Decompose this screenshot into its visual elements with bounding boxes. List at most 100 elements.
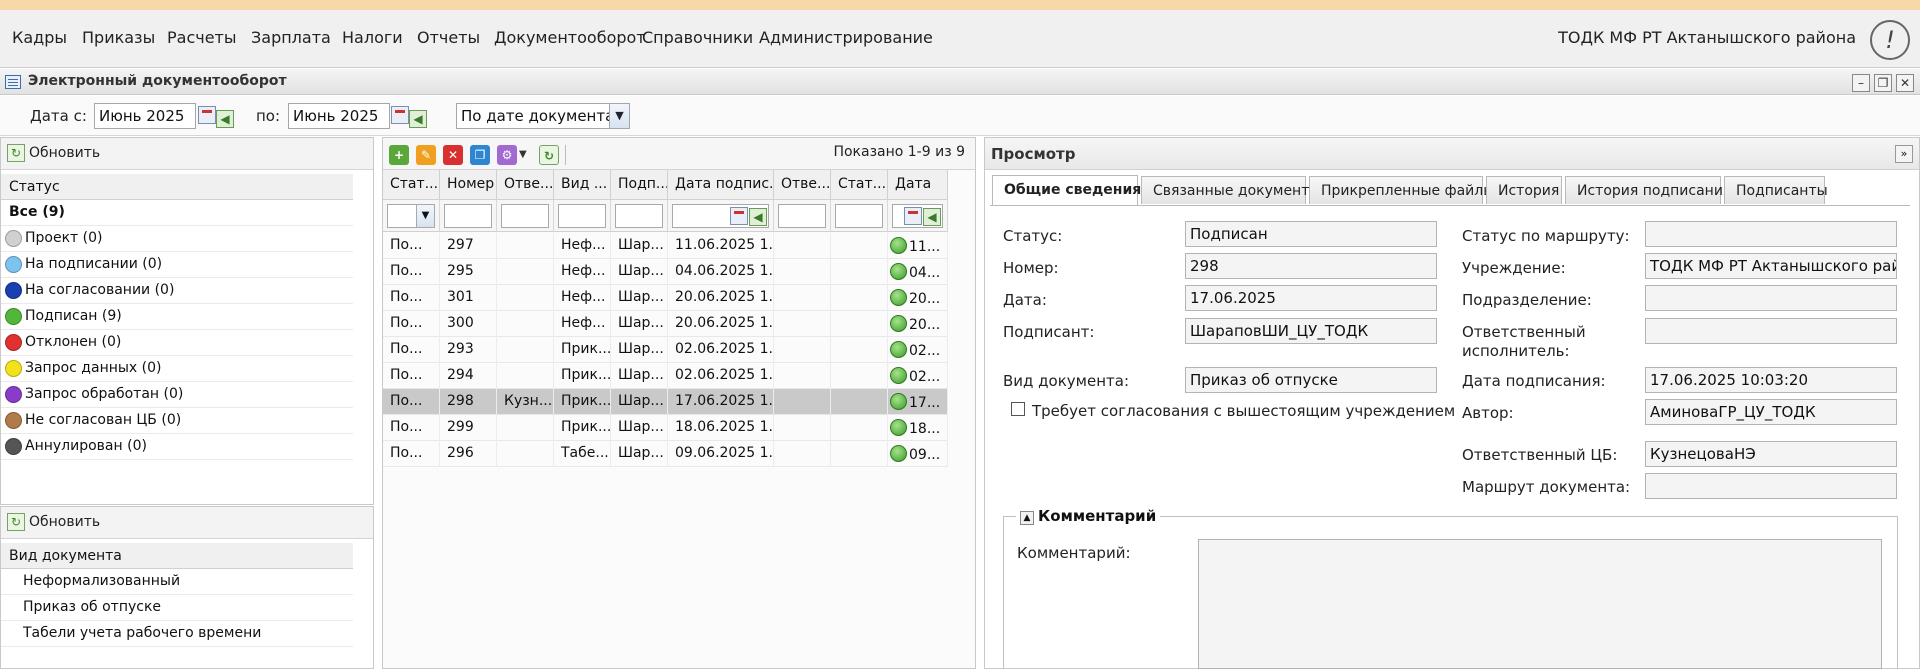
number-field[interactable]: 298 — [1185, 253, 1437, 279]
date-filter-input[interactable]: ◀ — [892, 204, 943, 228]
table-row[interactable]: По... 298 Кузн... Прик... Шар... 17.06.2025 1… — [383, 389, 948, 415]
tab-general[interactable]: Общие сведения — [992, 175, 1141, 205]
delete-icon[interactable]: ✕ — [443, 145, 463, 165]
column-header-date[interactable]: Дата — [888, 170, 948, 200]
author-field[interactable]: АминоваГР_ЦУ_ТОДК — [1645, 399, 1897, 425]
date-to-input[interactable]: Июнь 2025 — [288, 103, 390, 129]
table-row[interactable]: По... 299 Прик... Шар... 18.06.2025 1... 18..… — [383, 415, 948, 441]
table-row[interactable]: По... 300 Неф... Шар... 20.06.2025 1... 20... — [383, 311, 948, 337]
tab-signing-history[interactable]: История подписания — [1565, 176, 1731, 204]
status-item-request-processed[interactable]: Запрос обработан (0) — [1, 382, 353, 408]
collapse-up-icon[interactable]: ▲ — [1020, 511, 1034, 525]
chevron-down-icon[interactable]: ▼ — [416, 205, 434, 227]
arrow-left-icon[interactable]: ◀ — [409, 110, 427, 128]
comment-section-toggle[interactable]: ▲ Комментарий — [1016, 507, 1161, 525]
doctype-field[interactable]: Приказ об отпуске — [1185, 367, 1437, 393]
status-item-all[interactable]: Все (9) — [1, 200, 353, 226]
number-filter-input[interactable] — [444, 204, 492, 228]
column-header-responsible-2[interactable]: Отве... — [774, 170, 831, 200]
tab-history[interactable]: История — [1486, 176, 1562, 204]
status-item-on-approval[interactable]: На согласовании (0) — [1, 278, 353, 304]
calendar-icon[interactable] — [904, 207, 922, 225]
status-item-project[interactable]: Проект (0) — [1, 226, 353, 252]
menu-item-dokumentooborot[interactable]: Документооборот — [494, 28, 646, 47]
status-field[interactable]: Подписан — [1185, 221, 1437, 247]
institution-field[interactable]: ТОДК МФ РТ Актанышского района — [1645, 253, 1897, 279]
menu-item-otchety[interactable]: Отчеты — [417, 28, 480, 47]
column-header-status[interactable]: Стат... — [383, 170, 440, 200]
menu-item-kadry[interactable]: Кадры — [12, 28, 67, 47]
menu-item-nalogi[interactable]: Налоги — [342, 28, 403, 47]
doctype-filter-input[interactable] — [558, 204, 606, 228]
tab-attached-files[interactable]: Прикрепленные файлы — [1309, 176, 1494, 204]
executor-field[interactable] — [1645, 318, 1897, 344]
close-icon[interactable]: ✕ — [1896, 74, 1914, 92]
calendar-icon[interactable] — [730, 207, 748, 225]
status-refresh-button[interactable]: ↻ Обновить — [7, 144, 100, 164]
column-header-sign-date[interactable]: Дата подпис... — [668, 170, 774, 200]
column-header-doctype[interactable]: Вид ... — [554, 170, 611, 200]
sign-date-field[interactable]: 17.06.2025 10:03:20 — [1645, 367, 1897, 393]
doctype-item[interactable]: Неформализованный — [1, 569, 353, 595]
status-2-filter-input[interactable] — [835, 204, 883, 228]
restore-icon[interactable]: ❐ — [1874, 74, 1892, 92]
doctype-item[interactable]: Приказ об отпуске — [1, 595, 353, 621]
sign-date-filter-input[interactable]: ◀ — [672, 204, 769, 228]
status-item-signed[interactable]: Подписан (9) — [1, 304, 353, 330]
sort-select[interactable]: По дате документа — [456, 103, 630, 129]
date-field[interactable]: 17.06.2025 — [1185, 285, 1437, 311]
doctype-item[interactable]: Табели учета рабочего времени — [1, 621, 353, 647]
status-item-on-signing[interactable]: На подписании (0) — [1, 252, 353, 278]
arrow-left-icon[interactable]: ◀ — [749, 208, 767, 226]
signer-field[interactable]: ШараповШИ_ЦУ_ТОДК — [1185, 318, 1437, 344]
column-header-status-2[interactable]: Стат... — [831, 170, 888, 200]
table-row[interactable]: По... 294 Прик... Шар... 02.06.2025 1... 02..… — [383, 363, 948, 389]
calendar-icon[interactable] — [198, 106, 216, 124]
date-from-input[interactable]: Июнь 2025 — [94, 103, 196, 129]
menu-item-raschety[interactable]: Расчеты — [167, 28, 237, 47]
requires-approval-checkbox[interactable] — [1011, 402, 1025, 416]
tab-signers[interactable]: Подписанты — [1724, 176, 1828, 204]
calendar-icon[interactable] — [391, 106, 409, 124]
responsible-filter-input[interactable] — [501, 204, 549, 228]
responsible-cb-field[interactable]: КузнецоваНЭ — [1645, 441, 1897, 467]
column-header-signer[interactable]: Подп... — [611, 170, 668, 200]
info-icon[interactable]: ! — [1870, 20, 1910, 60]
table-row[interactable]: По... 301 Неф... Шар... 20.06.2025 1... 20... — [383, 285, 948, 311]
signer-filter-input[interactable] — [615, 204, 663, 228]
table-row[interactable]: По... 296 Табе... Шар... 09.06.2025 1... 09..… — [383, 441, 948, 467]
tab-related-docs[interactable]: Связанные документы — [1141, 176, 1320, 204]
collapse-right-icon[interactable]: » — [1895, 145, 1913, 163]
doctype-refresh-button[interactable]: ↻ Обновить — [7, 513, 100, 533]
arrow-left-icon[interactable]: ◀ — [216, 110, 234, 128]
route-field[interactable] — [1645, 473, 1897, 499]
add-icon[interactable]: + — [389, 145, 409, 165]
status-item-rejected[interactable]: Отклонен (0) — [1, 330, 353, 356]
column-header-number[interactable]: Номер — [440, 170, 497, 200]
status-item-cancelled[interactable]: Аннулирован (0) — [1, 434, 353, 460]
table-row[interactable]: По... 293 Прик... Шар... 02.06.2025 1... 02..… — [383, 337, 948, 363]
table-row[interactable]: По... 297 Неф... Шар... 11.06.2025 1... 11... — [383, 233, 948, 259]
menu-item-spravochniki[interactable]: Справочники — [642, 28, 753, 47]
responsible-2-filter-input[interactable] — [778, 204, 826, 228]
division-field[interactable] — [1645, 285, 1897, 311]
refresh-icon[interactable]: ↻ — [539, 145, 559, 165]
chevron-down-icon[interactable]: ▼ — [519, 149, 527, 160]
status-item-not-agreed-cb[interactable]: Не согласован ЦБ (0) — [1, 408, 353, 434]
signed-check-icon — [890, 263, 907, 280]
chevron-down-icon[interactable]: ▼ — [609, 104, 629, 128]
arrow-left-icon[interactable]: ◀ — [923, 208, 941, 226]
minimize-icon[interactable]: – — [1852, 74, 1870, 92]
copy-icon[interactable]: ❐ — [470, 145, 490, 165]
column-header-responsible[interactable]: Отве... — [497, 170, 554, 200]
menu-item-prikazy[interactable]: Приказы — [82, 28, 155, 47]
comment-textarea[interactable] — [1198, 539, 1882, 669]
table-row[interactable]: По... 295 Неф... Шар... 04.06.2025 1... 04... — [383, 259, 948, 285]
menu-item-zarplata[interactable]: Зарплата — [251, 28, 331, 47]
status-item-data-request[interactable]: Запрос данных (0) — [1, 356, 353, 382]
route-status-field[interactable] — [1645, 221, 1897, 247]
status-filter-select[interactable]: ▼ — [387, 204, 435, 228]
edit-icon[interactable]: ✎ — [416, 145, 436, 165]
menu-item-administrirovanie[interactable]: Администрирование — [759, 28, 933, 47]
actions-menu-icon[interactable]: ⚙ — [497, 145, 517, 165]
